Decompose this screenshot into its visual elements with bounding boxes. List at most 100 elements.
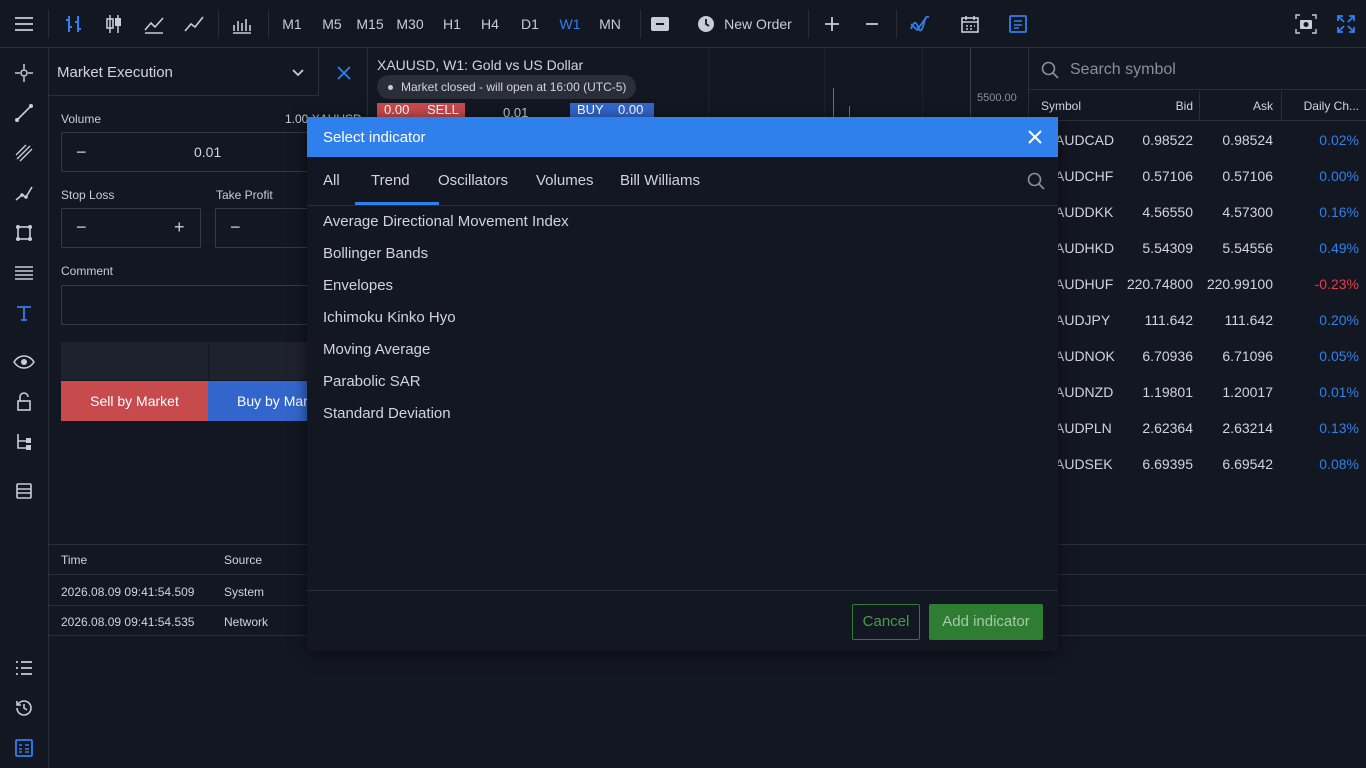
history-icon[interactable] bbox=[12, 696, 36, 720]
add-indicator-button[interactable]: Add indicator bbox=[929, 604, 1043, 640]
timeframe-m5[interactable]: M5 bbox=[318, 0, 346, 48]
list-icon[interactable] bbox=[12, 656, 36, 680]
lock-icon[interactable] bbox=[12, 390, 36, 414]
tab-all[interactable]: All bbox=[323, 157, 340, 205]
indicator-item[interactable]: Standard Deviation bbox=[323, 405, 451, 422]
daily-change: 0.08% bbox=[1319, 456, 1359, 472]
watch-row[interactable]: AUDPLN 2.62364 2.63214 0.13% bbox=[1029, 410, 1366, 446]
crosshair-icon[interactable] bbox=[12, 61, 36, 85]
timeframe-w1[interactable]: W1 bbox=[556, 0, 584, 48]
indicator-curve-icon[interactable] bbox=[906, 0, 934, 48]
comment-input[interactable] bbox=[61, 285, 341, 325]
quick-buy-button[interactable]: BUY 0.00 bbox=[570, 103, 654, 117]
indicator-item[interactable]: Envelopes bbox=[323, 277, 393, 294]
sell-price: 0.00 bbox=[384, 103, 410, 117]
stop-loss-decrease-icon[interactable]: − bbox=[76, 217, 87, 238]
column-ask[interactable]: Ask bbox=[1229, 99, 1273, 113]
tab-label: Volumes bbox=[536, 172, 594, 189]
close-panel-icon[interactable] bbox=[329, 62, 357, 84]
watch-row[interactable]: AUDDKK 4.56550 4.57300 0.16% bbox=[1029, 194, 1366, 230]
sell-by-market-button[interactable]: Sell by Market bbox=[61, 381, 208, 421]
column-source[interactable]: Source bbox=[224, 553, 262, 567]
search-icon bbox=[1041, 61, 1059, 79]
fibonacci-icon[interactable] bbox=[12, 261, 36, 285]
zoom-out-icon[interactable] bbox=[858, 0, 886, 48]
indicator-item[interactable]: Ichimoku Kinko Hyo bbox=[323, 309, 456, 326]
column-daily-change[interactable]: Daily Ch... bbox=[1291, 99, 1359, 113]
cancel-button[interactable]: Cancel bbox=[852, 604, 920, 640]
quick-sell-button[interactable]: 0.00 SELL bbox=[377, 103, 465, 117]
trend-line-icon[interactable] bbox=[12, 101, 36, 125]
tab-oscillators[interactable]: Oscillators bbox=[438, 157, 508, 205]
text-tool-icon[interactable] bbox=[12, 301, 36, 325]
top-toolbar: New Order M1 M5 M15 M30 H1 H4 D1 W1 MN bbox=[0, 0, 1366, 48]
take-profit-decrease-icon[interactable]: − bbox=[230, 217, 241, 238]
object-tree-icon[interactable] bbox=[12, 430, 36, 454]
fullscreen-icon[interactable] bbox=[1332, 0, 1360, 48]
journal-icon[interactable] bbox=[12, 736, 36, 760]
comment-label: Comment bbox=[61, 264, 114, 278]
layers-icon[interactable] bbox=[12, 479, 36, 503]
stop-loss-field[interactable]: − + bbox=[61, 208, 201, 248]
area-chart-icon[interactable] bbox=[140, 0, 168, 48]
watch-row[interactable]: AUDJPY 111.642 111.642 0.20% bbox=[1029, 302, 1366, 338]
calendar-icon[interactable] bbox=[956, 0, 984, 48]
shape-icon[interactable] bbox=[12, 221, 36, 245]
watch-row[interactable]: AUDSEK 6.69395 6.69542 0.08% bbox=[1029, 446, 1366, 482]
watch-row[interactable]: AUDCAD 0.98522 0.98524 0.02% bbox=[1029, 122, 1366, 158]
indicator-search-icon[interactable] bbox=[1027, 172, 1047, 192]
indicator-item[interactable]: Parabolic SAR bbox=[323, 373, 421, 390]
timeframe-mn[interactable]: MN bbox=[596, 0, 624, 48]
tab-bill-williams[interactable]: Bill Williams bbox=[620, 157, 700, 205]
watch-row[interactable]: AUDHKD 5.54309 5.54556 0.49% bbox=[1029, 230, 1366, 266]
dialog-title: Select indicator bbox=[323, 129, 426, 146]
menu-icon[interactable] bbox=[8, 0, 40, 48]
column-bid[interactable]: Bid bbox=[1159, 99, 1193, 113]
column-time[interactable]: Time bbox=[61, 553, 87, 567]
tab-trend[interactable]: Trend bbox=[371, 157, 410, 205]
channel-icon[interactable] bbox=[12, 141, 36, 165]
ask-price: 4.57300 bbox=[1222, 204, 1273, 220]
new-order-button[interactable]: New Order bbox=[690, 0, 798, 48]
stop-loss-increase-icon[interactable]: + bbox=[174, 217, 185, 238]
volume-decrease-icon[interactable]: − bbox=[76, 142, 87, 163]
select-indicator-dialog: Select indicator Cancel Add indicator Al… bbox=[307, 117, 1058, 651]
line-chart-icon[interactable] bbox=[180, 0, 208, 48]
volume-stepper[interactable]: − 0.01 bbox=[61, 132, 321, 172]
watch-row[interactable]: AUDHUF 220.74800 220.99100 -0.23% bbox=[1029, 266, 1366, 302]
timeframe-d1[interactable]: D1 bbox=[516, 0, 544, 48]
indicator-item[interactable]: Moving Average bbox=[323, 341, 430, 358]
watch-row[interactable]: AUDNZD 1.19801 1.20017 0.01% bbox=[1029, 374, 1366, 410]
polyline-icon[interactable] bbox=[12, 181, 36, 205]
zoom-in-icon[interactable] bbox=[818, 0, 846, 48]
timeframe-h4[interactable]: H4 bbox=[476, 0, 504, 48]
column-symbol[interactable]: Symbol bbox=[1041, 99, 1081, 113]
timeframe-h1[interactable]: H1 bbox=[438, 0, 466, 48]
timeframe-m30[interactable]: M30 bbox=[396, 0, 424, 48]
watch-row[interactable]: AUDNOK 6.70936 6.71096 0.05% bbox=[1029, 338, 1366, 374]
timeframe-m15[interactable]: M15 bbox=[356, 0, 384, 48]
tab-volumes[interactable]: Volumes bbox=[536, 157, 594, 205]
symbol-name: AUDDKK bbox=[1055, 204, 1114, 220]
symbol-search[interactable]: Search symbol bbox=[1029, 48, 1366, 90]
tab-label: Trend bbox=[371, 172, 410, 189]
trade-panel-icon[interactable] bbox=[1004, 0, 1032, 48]
watch-row[interactable]: AUDCHF 0.57106 0.57106 0.00% bbox=[1029, 158, 1366, 194]
screenshot-icon[interactable] bbox=[1292, 0, 1320, 48]
tab-label: Bill Williams bbox=[620, 172, 700, 189]
quick-lot-value[interactable]: 0.01 bbox=[503, 105, 528, 117]
timeframe-m1[interactable]: M1 bbox=[278, 0, 306, 48]
close-icon[interactable] bbox=[1027, 129, 1045, 147]
indicator-item[interactable]: Average Directional Movement Index bbox=[323, 213, 569, 230]
bar-chart-icon[interactable] bbox=[60, 0, 88, 48]
bid-price: 2.62364 bbox=[1142, 420, 1193, 436]
tab-label: Oscillators bbox=[438, 172, 509, 189]
execution-type-select[interactable]: Market Execution bbox=[49, 48, 319, 96]
indicator-item[interactable]: Bollinger Bands bbox=[323, 245, 428, 262]
eye-icon[interactable] bbox=[12, 350, 36, 374]
chart-window-icon[interactable] bbox=[646, 0, 674, 48]
indicators-icon[interactable] bbox=[228, 0, 256, 48]
symbol-name: AUDCHF bbox=[1055, 168, 1114, 184]
candlestick-icon[interactable] bbox=[100, 0, 128, 48]
bid-price: 4.56550 bbox=[1142, 204, 1193, 220]
